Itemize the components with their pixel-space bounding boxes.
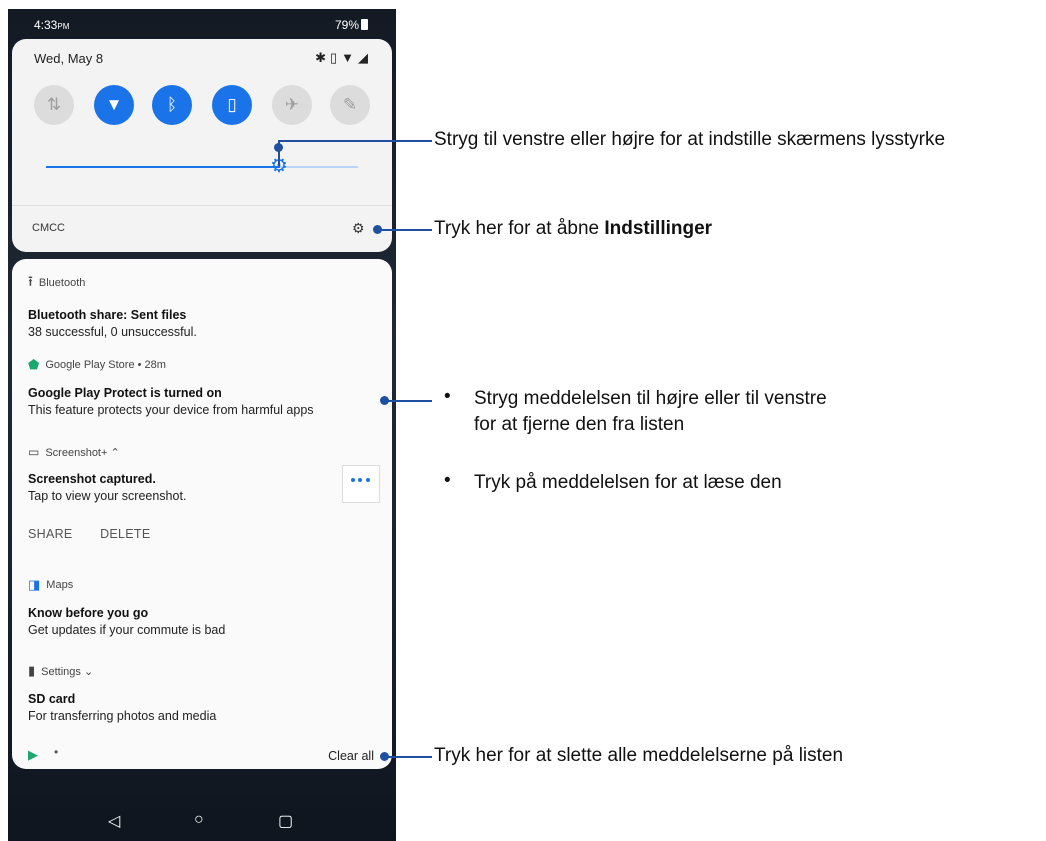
callout-line-brightness	[278, 140, 432, 142]
brightness-slider[interactable]	[46, 166, 358, 168]
battery-indicator: 79%	[335, 18, 368, 32]
bullet-swipe: •	[444, 386, 451, 407]
bullet-tap: •	[444, 470, 451, 491]
callout-line-brightness-vertical	[278, 140, 280, 166]
bluetooth-tile[interactable]: ᛒ	[152, 85, 192, 125]
callout-settings: Tryk her for at åbne Indstillinger	[434, 218, 713, 239]
settings-gear-icon[interactable]: ⚙	[352, 220, 365, 237]
data-icon: ⇅	[46, 95, 62, 114]
qs-date: Wed, May 8	[34, 51, 104, 66]
screenshot-thumbnail[interactable]	[342, 465, 380, 503]
image-icon: ▭	[28, 445, 40, 459]
home-icon[interactable]: ○	[194, 811, 204, 829]
battery-icon	[361, 19, 368, 30]
system-icons: ✱▯▼◢	[315, 50, 372, 66]
game-genie-tile[interactable]: ✎	[330, 85, 370, 125]
notification-maps[interactable]: ◨ Maps Know before you go Get updates if …	[28, 577, 378, 637]
vibrate-icon: ▯	[227, 95, 237, 114]
notification-settings[interactable]: ▮ Settings ⌄ SD card For transferring pho…	[28, 663, 378, 723]
qs-divider	[12, 205, 392, 206]
callout-swipe: Stryg meddelelsen til højre eller til ve…	[474, 388, 827, 435]
notification-bluetooth[interactable]: ⭱ Bluetooth Bluetooth share: Sent files 3…	[28, 271, 378, 339]
sd-card-icon: ▮	[28, 663, 36, 678]
airplane-mode-tile[interactable]: ✈	[272, 85, 312, 125]
callout-clear: Tryk her for at slette alle meddelelsern…	[434, 745, 844, 766]
mobile-data-tile[interactable]: ⇅	[34, 85, 74, 125]
bluetooth-icon: ✱	[315, 50, 330, 65]
vibrate-icon: ▯	[329, 50, 342, 65]
wifi-icon: ▼	[341, 50, 358, 65]
notification-list: ⭱ Bluetooth Bluetooth share: Sent files 3…	[12, 259, 392, 769]
status-bar: 4:33PM 79%	[8, 9, 396, 39]
brightness-slider-fill	[46, 166, 280, 168]
notification-play-store[interactable]: ⬟ Google Play Store • 28m Google Play Pro…	[28, 357, 378, 417]
play-store-icon: ▶	[28, 747, 38, 762]
airplane-icon: ✈	[284, 95, 300, 114]
wifi-icon: ▼	[105, 95, 123, 114]
callout-line-clear	[386, 756, 432, 758]
notification-footer: ▶ • Clear all	[12, 745, 392, 769]
wifi-tile[interactable]: ▼	[94, 85, 134, 125]
callout-tap: Tryk på meddelelsen for at læse den	[474, 472, 782, 493]
share-button[interactable]: SHARE	[28, 527, 73, 541]
navigation-bar: ◁ ○ ▢	[8, 805, 396, 841]
delete-button[interactable]: DELETE	[100, 527, 150, 541]
status-time: 4:33PM	[34, 18, 70, 32]
upload-icon: ⭱	[28, 273, 33, 289]
recents-icon[interactable]: ▢	[278, 811, 293, 831]
maps-icon: ◨	[28, 577, 41, 592]
carrier-label: CMCC	[32, 222, 65, 234]
clear-all-button[interactable]: Clear all	[328, 749, 374, 763]
notification-screenshot[interactable]: ▭ Screenshot+ ⌃ Screenshot captured. Tap …	[28, 445, 378, 503]
more-dot-icon: •	[54, 745, 59, 759]
callout-line-swipe	[386, 400, 432, 402]
quick-settings-panel: Wed, May 8 ✱▯▼◢ ⇅ ▼ ᛒ ▯ ✈ ✎ ⚙ CMCC ⚙	[12, 39, 392, 252]
bluetooth-icon: ᛒ	[166, 95, 178, 114]
callout-brightness: Stryg til venstre eller højre for at ind…	[434, 129, 946, 150]
shield-icon: ⬟	[28, 357, 40, 372]
callout-line-settings	[380, 229, 432, 231]
signal-icon: ◢	[358, 50, 372, 65]
screenshot-actions: SHARE DELETE	[28, 527, 175, 541]
rocket-icon: ✎	[342, 95, 358, 114]
phone-screen: 4:33PM 79% Wed, May 8 ✱▯▼◢ ⇅ ▼ ᛒ ▯ ✈ ✎ ⚙…	[8, 9, 396, 841]
vibrate-tile[interactable]: ▯	[212, 85, 252, 125]
back-icon[interactable]: ◁	[108, 811, 120, 831]
